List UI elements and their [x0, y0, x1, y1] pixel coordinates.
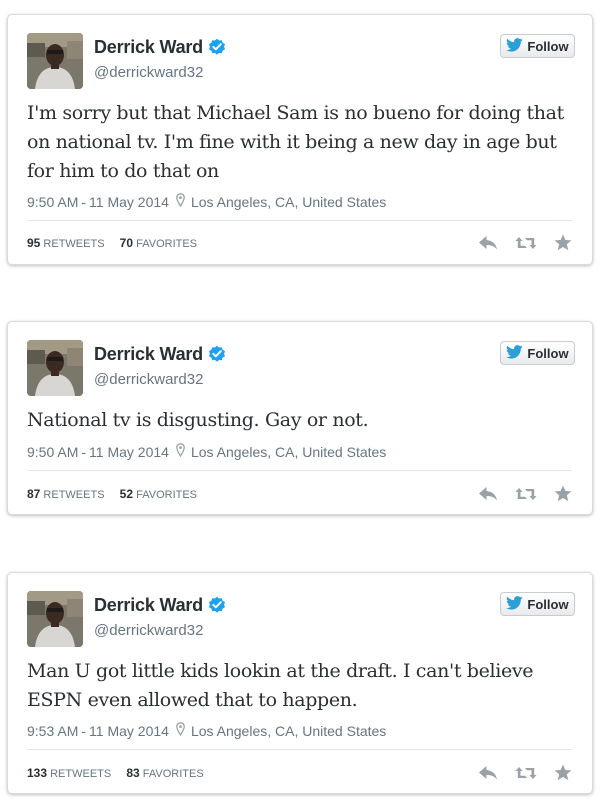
favorite-count-label: FAVORITES [136, 238, 198, 250]
tweet-card: Derrick Ward @derrickward32 Follow Natio… [7, 321, 593, 515]
tweet-stats: 133 RETWEETS 83 FAVORITES [27, 766, 204, 780]
tweet-meta: 9:50 AM - 11 May 2014 Los Angeles, CA, U… [27, 193, 386, 210]
verified-badge-icon [208, 596, 226, 619]
retweet-count[interactable]: 95 [27, 236, 40, 250]
tweet-card: Derrick Ward @derrickward32 Follow Man U… [7, 572, 593, 794]
twitter-bird-icon [506, 344, 524, 362]
tweet-date[interactable]: 11 May 2014 [89, 444, 169, 460]
retweet-icon[interactable] [515, 235, 537, 256]
verified-badge-icon [208, 38, 226, 61]
separator: - [81, 722, 87, 739]
favorite-count[interactable]: 83 [126, 766, 139, 780]
verified-badge-icon [208, 345, 226, 368]
map-pin-icon [176, 722, 185, 739]
avatar-photo [27, 591, 83, 647]
avatar-photo [27, 340, 83, 396]
user-handle[interactable]: @derrickward32 [94, 64, 203, 81]
tweet-date[interactable]: 11 May 2014 [89, 194, 169, 210]
retweet-count-label: RETWEETS [43, 489, 105, 501]
tweet-location[interactable]: Los Angeles, CA, United States [191, 194, 386, 210]
tweet-text: Man U got little kids lookin at the draf… [27, 660, 534, 711]
reply-icon[interactable] [478, 486, 498, 507]
favorite-count[interactable]: 52 [120, 487, 133, 501]
tweet-time[interactable]: 9:50 AM [27, 444, 78, 460]
follow-button[interactable]: Follow [500, 34, 575, 58]
retweet-count-label: RETWEETS [50, 768, 112, 780]
reply-icon[interactable] [478, 765, 498, 786]
display-name: Derrick Ward [94, 37, 203, 57]
tweet-card: Derrick Ward @derrickward32 Follow I'm s… [7, 14, 593, 265]
retweet-icon[interactable] [515, 765, 537, 786]
map-pin-icon [176, 193, 185, 210]
user-name[interactable]: Derrick Ward [94, 344, 226, 368]
avatar-photo [27, 33, 83, 89]
favorite-count-label: FAVORITES [136, 489, 198, 501]
tweet-meta: 9:50 AM - 11 May 2014 Los Angeles, CA, U… [27, 443, 386, 460]
tweet-time[interactable]: 9:53 AM [27, 723, 78, 739]
follow-label: Follow [527, 596, 569, 612]
tweet-stack: Derrick Ward @derrickward32 Follow I'm s… [0, 0, 600, 800]
reply-icon[interactable] [478, 235, 498, 256]
retweet-count-label: RETWEETS [43, 238, 105, 250]
retweet-icon[interactable] [515, 486, 537, 507]
separator: - [81, 443, 87, 460]
retweet-count[interactable]: 133 [27, 766, 47, 780]
follow-label: Follow [527, 345, 569, 361]
star-icon[interactable] [554, 234, 572, 256]
favorite-count[interactable]: 70 [120, 236, 133, 250]
favorite-count-label: FAVORITES [142, 768, 204, 780]
avatar[interactable] [27, 340, 83, 396]
tweet-actions [478, 485, 572, 507]
tweet-text: I'm sorry but that Michael Sam is no bue… [27, 102, 564, 182]
star-icon[interactable] [554, 764, 572, 786]
tweet-stats: 87 RETWEETS 52 FAVORITES [27, 487, 197, 501]
tweet-location[interactable]: Los Angeles, CA, United States [191, 444, 386, 460]
twitter-bird-icon [506, 595, 524, 613]
user-name[interactable]: Derrick Ward [94, 595, 226, 619]
tweet-text: National tv is disgusting. Gay or not. [27, 409, 369, 431]
follow-button[interactable]: Follow [500, 341, 575, 365]
user-handle[interactable]: @derrickward32 [94, 622, 203, 639]
star-icon[interactable] [554, 485, 572, 507]
tweet-actions [478, 234, 572, 256]
tweet-location[interactable]: Los Angeles, CA, United States [191, 723, 386, 739]
divider [27, 749, 572, 750]
divider [27, 220, 572, 221]
display-name: Derrick Ward [94, 344, 203, 364]
tweet-meta: 9:53 AM - 11 May 2014 Los Angeles, CA, U… [27, 722, 386, 739]
twitter-bird-icon [506, 37, 524, 55]
tweet-date[interactable]: 11 May 2014 [89, 723, 169, 739]
user-handle[interactable]: @derrickward32 [94, 371, 203, 388]
follow-label: Follow [527, 38, 569, 54]
user-name[interactable]: Derrick Ward [94, 37, 226, 61]
map-pin-icon [176, 443, 185, 460]
tweet-stats: 95 RETWEETS 70 FAVORITES [27, 236, 197, 250]
retweet-count[interactable]: 87 [27, 487, 40, 501]
avatar[interactable] [27, 591, 83, 647]
divider [27, 470, 572, 471]
tweet-time[interactable]: 9:50 AM [27, 194, 78, 210]
tweet-actions [478, 764, 572, 786]
follow-button[interactable]: Follow [500, 592, 575, 616]
separator: - [81, 193, 87, 210]
display-name: Derrick Ward [94, 595, 203, 615]
avatar[interactable] [27, 33, 83, 89]
